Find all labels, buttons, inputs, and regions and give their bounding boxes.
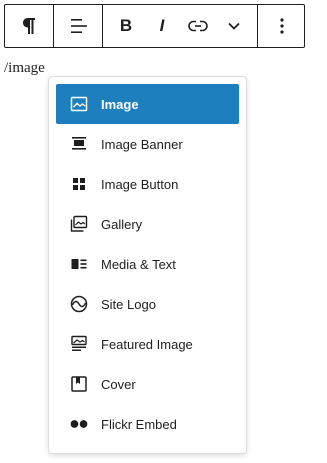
image-icon xyxy=(69,94,89,114)
align-left-icon xyxy=(68,17,88,35)
align-button[interactable] xyxy=(54,5,102,47)
grid-icon xyxy=(69,174,89,194)
link-icon xyxy=(188,19,208,33)
link-button[interactable] xyxy=(180,5,216,47)
paragraph-text[interactable]: /image xyxy=(4,60,45,77)
autocomplete-item-cover[interactable]: Cover xyxy=(56,364,239,404)
italic-button[interactable]: I xyxy=(144,5,180,47)
autocomplete-item-label: Image xyxy=(101,96,139,112)
toolbar-group-format: B I xyxy=(103,5,258,47)
autocomplete-item-image[interactable]: Image xyxy=(56,84,239,124)
autocomplete-item-media-text[interactable]: Media & Text xyxy=(56,244,239,284)
autocomplete-item-site-logo[interactable]: Site Logo xyxy=(56,284,239,324)
block-toolbar: B I xyxy=(4,4,305,48)
paragraph-icon xyxy=(22,17,36,35)
paragraph-button[interactable] xyxy=(5,5,53,47)
autocomplete-item-gallery[interactable]: Gallery xyxy=(56,204,239,244)
autocomplete-item-label: Featured Image xyxy=(101,336,193,352)
options-button[interactable] xyxy=(258,5,306,47)
autocomplete-item-image-banner[interactable]: Image Banner xyxy=(56,124,239,164)
italic-label: I xyxy=(159,16,165,35)
autocomplete-item-label: Image Banner xyxy=(101,136,183,152)
autocomplete-item-label: Media & Text xyxy=(101,256,176,272)
site-logo-icon xyxy=(69,294,89,314)
bold-button[interactable]: B xyxy=(108,5,144,47)
cover-icon xyxy=(69,374,89,394)
featured-image-icon xyxy=(69,334,89,354)
toolbar-group-block xyxy=(5,5,54,47)
image-banner-icon xyxy=(69,134,89,154)
gallery-icon xyxy=(69,214,89,234)
toolbar-group-align xyxy=(54,5,103,47)
toolbar-group-options xyxy=(258,5,306,47)
more-vertical-icon xyxy=(279,17,285,35)
flickr-icon xyxy=(69,414,89,434)
autocomplete-item-label: Site Logo xyxy=(101,296,156,312)
autocomplete-item-label: Flickr Embed xyxy=(101,416,177,432)
autocomplete-item-label: Cover xyxy=(101,376,136,392)
autocomplete-item-image-button[interactable]: Image Button xyxy=(56,164,239,204)
autocomplete-item-featured-image[interactable]: Featured Image xyxy=(56,324,239,364)
autocomplete-item-flickr-embed[interactable]: Flickr Embed xyxy=(56,404,239,444)
chevron-down-icon xyxy=(227,21,241,31)
more-rich-text-button[interactable] xyxy=(216,5,252,47)
autocomplete-item-label: Gallery xyxy=(101,216,143,232)
media-text-icon xyxy=(69,254,89,274)
autocomplete-item-label: Image Button xyxy=(101,176,179,192)
bold-label: B xyxy=(119,16,133,35)
block-autocomplete-popover: Image Image Banner Image Button Gallery … xyxy=(48,76,247,454)
